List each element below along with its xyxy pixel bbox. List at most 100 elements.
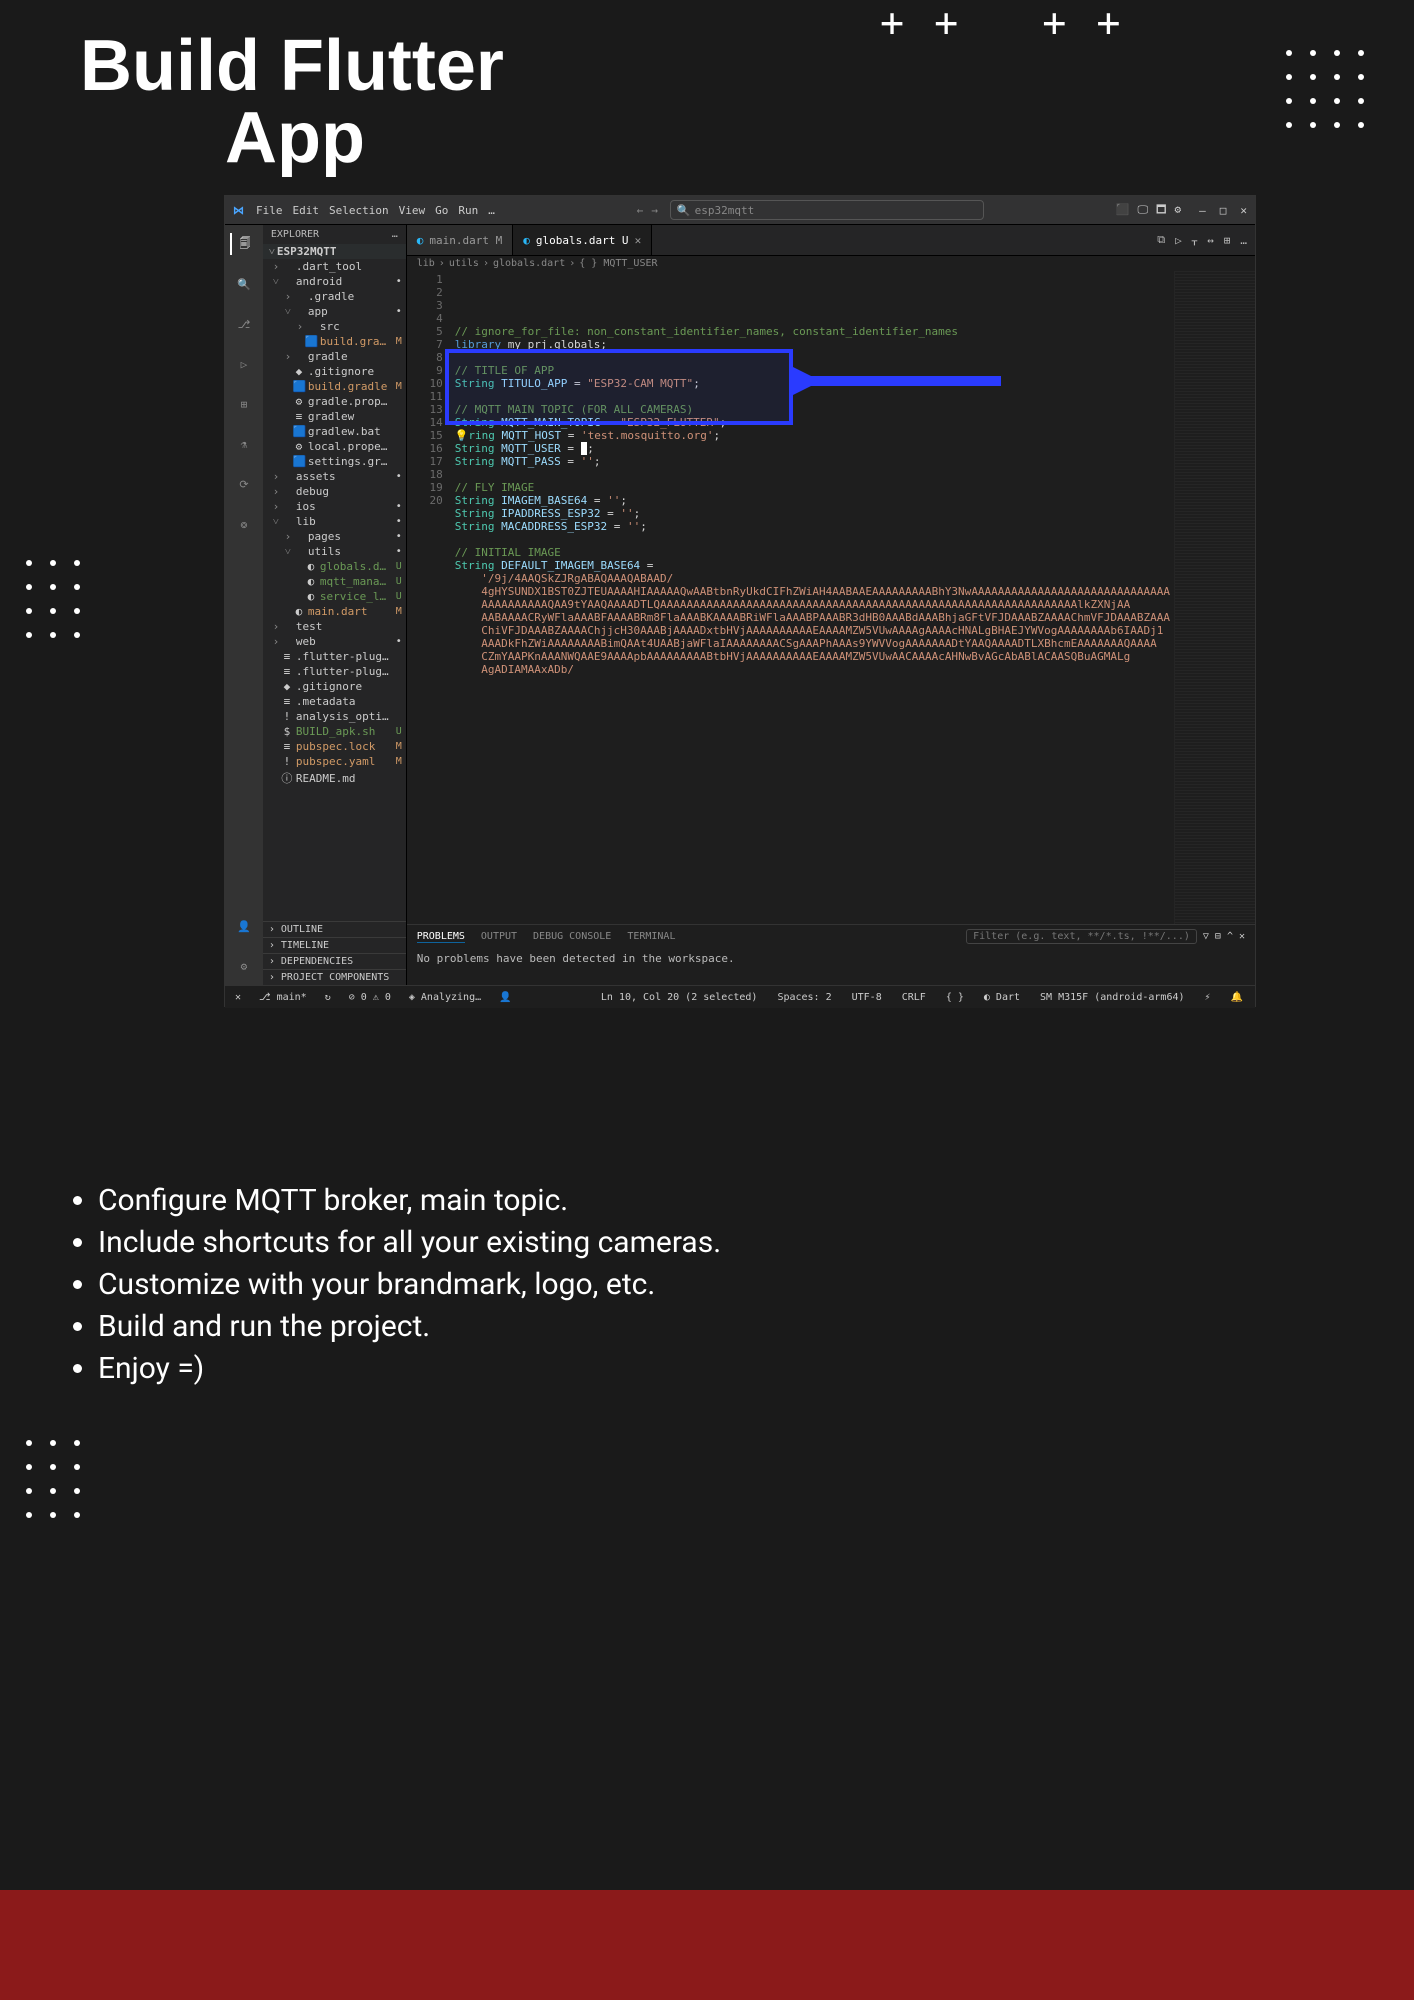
status-item[interactable]: ↻ (321, 992, 335, 1003)
tree-item[interactable]: !analysis_options.yaml (263, 709, 406, 724)
minimap[interactable] (1174, 271, 1255, 924)
minimize-icon[interactable]: — (1199, 204, 1206, 217)
tree-item[interactable]: ›.gradle (263, 289, 406, 304)
status-item[interactable]: Spaces: 2 (773, 992, 835, 1003)
panel-close-icon[interactable]: ✕ (1239, 931, 1245, 942)
tree-item[interactable]: ◐mqtt_manager.dartU (263, 574, 406, 589)
tree-item[interactable]: ›.dart_tool (263, 259, 406, 274)
panel-tab[interactable]: DEBUG CONSOLE (533, 931, 611, 942)
tree-item[interactable]: ›test (263, 619, 406, 634)
panel-filter-input[interactable]: Filter (e.g. text, **/*.ts, !**/...) (966, 929, 1197, 944)
tree-item[interactable]: 🟦gradlew.bat (263, 424, 406, 439)
activity-extra-icon[interactable]: ⟳ (233, 473, 255, 495)
menu-selection[interactable]: Selection (329, 204, 389, 217)
status-item[interactable]: UTF-8 (848, 992, 886, 1003)
account-icon[interactable]: 👤 (233, 915, 255, 937)
menu-go[interactable]: Go (435, 204, 448, 217)
activity-extra2-icon[interactable]: ❂ (233, 513, 255, 535)
tree-item[interactable]: ◐globals.dartU (263, 559, 406, 574)
editor-tab[interactable]: ◐main.dart M (407, 225, 513, 255)
tree-item[interactable]: ≡.flutter-plugins (263, 649, 406, 664)
panel-tab[interactable]: OUTPUT (481, 931, 517, 942)
status-item[interactable]: ✕ (231, 992, 245, 1003)
extensions-icon[interactable]: ⊞ (233, 393, 255, 415)
tree-item[interactable]: ≡pubspec.lockM (263, 739, 406, 754)
tree-item[interactable]: ⚙local.properties (263, 439, 406, 454)
menu-file[interactable]: File (256, 204, 283, 217)
tree-item[interactable]: ◐main.dartM (263, 604, 406, 619)
explorer-more-icon[interactable]: … (392, 229, 398, 240)
tree-item[interactable]: 🟦settings.gradle (263, 454, 406, 469)
project-root[interactable]: ESP32MQTT (277, 245, 402, 258)
layout-icon[interactable]: ⬛ (1116, 203, 1130, 216)
tree-item[interactable]: ˅android• (263, 274, 406, 289)
tree-item[interactable]: ⚙gradle.properties (263, 394, 406, 409)
panel-tab[interactable]: TERMINAL (627, 931, 675, 942)
tree-item[interactable]: ›web• (263, 634, 406, 649)
explorer-section[interactable]: › TIMELINE (263, 937, 406, 953)
status-item[interactable]: { } (942, 992, 968, 1003)
menu-view[interactable]: View (399, 204, 426, 217)
code-editor[interactable]: 1234578910111314151617181920 // ignore_f… (407, 271, 1255, 924)
layout-icon[interactable]: 🖵 (1137, 203, 1148, 216)
tree-item[interactable]: $BUILD_apk.shU (263, 724, 406, 739)
panel-collapse-icon[interactable]: ⊟ (1215, 931, 1221, 942)
status-item[interactable]: 👤 (495, 992, 515, 1003)
tab-action-icon[interactable]: ▷ (1175, 234, 1182, 247)
tab-action-icon[interactable]: ⧉ (1157, 233, 1165, 247)
layout-icon[interactable]: ⚙ (1175, 203, 1182, 216)
explorer-section[interactable]: › PROJECT COMPONENTS (263, 969, 406, 985)
tree-item[interactable]: ›src (263, 319, 406, 334)
tree-item[interactable]: ˅app• (263, 304, 406, 319)
crumb[interactable]: { } MQTT_USER (579, 258, 657, 269)
crumb[interactable]: lib (417, 258, 435, 269)
crumb[interactable]: utils (449, 258, 479, 269)
run-debug-icon[interactable]: ▷ (233, 353, 255, 375)
tree-item[interactable]: ›pages• (263, 529, 406, 544)
menu-…[interactable]: … (488, 204, 495, 217)
tree-item[interactable]: 🟦build.gradleM (263, 379, 406, 394)
layout-icon[interactable]: 🗖 (1156, 203, 1166, 216)
tab-action-icon[interactable]: ↔ (1207, 234, 1214, 247)
nav-fwd-icon[interactable]: → (651, 204, 658, 217)
tree-item[interactable]: ›debug (263, 484, 406, 499)
status-item[interactable]: Ln 10, Col 20 (2 selected) (597, 992, 762, 1003)
status-item[interactable]: 🔔 (1227, 992, 1247, 1003)
nav-back-icon[interactable]: ← (637, 204, 644, 217)
tree-item[interactable]: ≡.flutter-plugins-dependenci… (263, 664, 406, 679)
command-search-input[interactable]: 🔍 esp32mqtt (670, 200, 984, 220)
maximize-icon[interactable]: □ (1220, 204, 1227, 217)
tree-item[interactable]: ›ios• (263, 499, 406, 514)
menu-run[interactable]: Run (458, 204, 478, 217)
tab-action-icon[interactable]: … (1240, 234, 1247, 247)
search-activity-icon[interactable]: 🔍 (233, 273, 255, 295)
status-item[interactable]: ⚡ (1201, 992, 1215, 1003)
tree-item[interactable]: ◆.gitignore (263, 679, 406, 694)
filter-icon[interactable]: ▽ (1203, 931, 1209, 942)
tab-action-icon[interactable]: ᚁ (1192, 234, 1197, 247)
tab-action-icon[interactable]: ⊞ (1224, 234, 1231, 247)
source-control-icon[interactable]: ⎇ (233, 313, 255, 335)
crumb[interactable]: globals.dart (493, 258, 565, 269)
explorer-section[interactable]: › OUTLINE (263, 921, 406, 937)
tree-item[interactable]: 🟦build.gradleM (263, 334, 406, 349)
status-item[interactable]: SM M315F (android-arm64) (1036, 992, 1189, 1003)
testing-icon[interactable]: ⚗ (233, 433, 255, 455)
tree-item[interactable]: ≡.metadata (263, 694, 406, 709)
status-item[interactable]: CRLF (898, 992, 930, 1003)
editor-tab[interactable]: ◐globals.dart U✕ (513, 225, 652, 255)
menu-edit[interactable]: Edit (293, 204, 320, 217)
tree-item[interactable]: ≡gradlew (263, 409, 406, 424)
tree-item[interactable]: ˅utils• (263, 544, 406, 559)
settings-gear-icon[interactable]: ⚙ (233, 955, 255, 977)
status-item[interactable]: ⎇ main* (255, 992, 311, 1003)
status-item[interactable]: ⊘ 0 ⚠ 0 (345, 992, 395, 1003)
tree-item[interactable]: ›assets• (263, 469, 406, 484)
tree-item[interactable]: ◆.gitignore (263, 364, 406, 379)
tree-item[interactable]: ˅lib• (263, 514, 406, 529)
explorer-section[interactable]: › DEPENDENCIES (263, 953, 406, 969)
explorer-icon[interactable]: 🗐 (230, 233, 256, 255)
tree-item[interactable]: ›gradle (263, 349, 406, 364)
panel-maximize-icon[interactable]: ^ (1227, 931, 1233, 942)
tree-item[interactable]: ◐service_locator.dartU (263, 589, 406, 604)
